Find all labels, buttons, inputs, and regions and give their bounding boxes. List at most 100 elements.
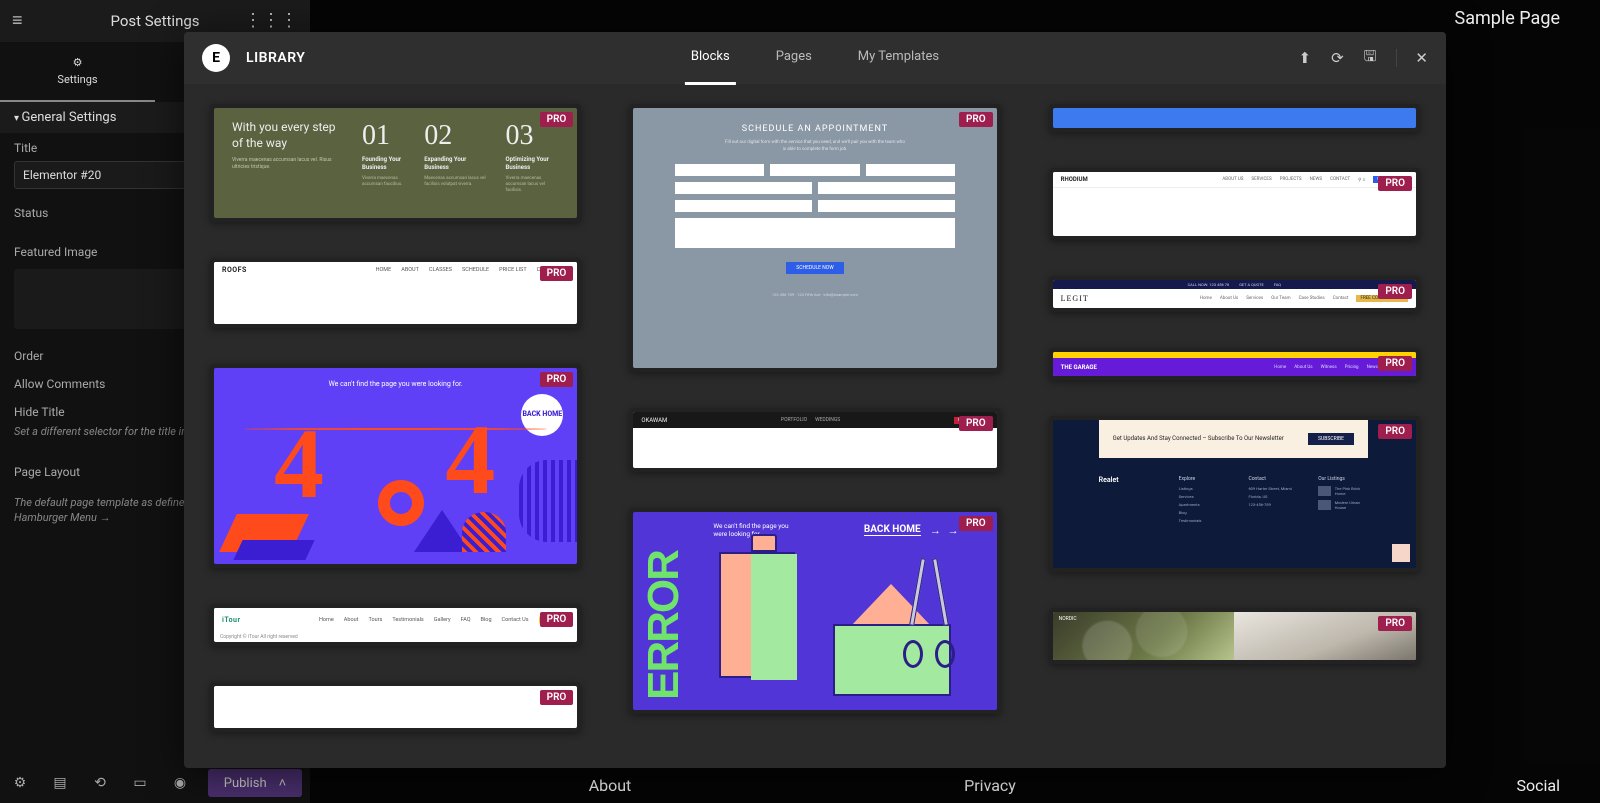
history-icon[interactable]: ⟲ xyxy=(80,775,120,791)
pro-badge: PRO xyxy=(540,690,574,705)
preview-text: Contact xyxy=(1248,476,1298,482)
preview-text: About Us xyxy=(1220,296,1238,301)
preview-text: Viverra maecenas accumsan lacus vel. Ris… xyxy=(232,157,342,171)
preview-text: Get Updates And Stay Connected – Subscri… xyxy=(1113,435,1284,443)
navigator-icon[interactable]: ▤ xyxy=(40,775,80,791)
preview-text: SUBSCRIBE xyxy=(1308,433,1354,445)
template-card[interactable]: PRO SCHEDULE AN APPOINTMENT Fill out our… xyxy=(629,104,1000,372)
pro-badge: PRO xyxy=(540,112,574,127)
preview-text: GET A QUOTE xyxy=(1239,282,1264,287)
template-card[interactable] xyxy=(1049,104,1420,132)
tab-settings-label: Settings xyxy=(57,73,97,86)
widget-grid-icon[interactable]: ⋮⋮⋮ xyxy=(244,10,298,31)
preview-text: Modern Urban House xyxy=(1335,500,1368,510)
sync-icon[interactable]: ⟳ xyxy=(1331,49,1344,67)
preview-text: Case Studies xyxy=(1299,296,1325,301)
pro-badge: PRO xyxy=(540,612,574,627)
template-card[interactable]: PRO RHODIUM ABOUT USSERVICESPROJECTSNEWS… xyxy=(1049,168,1420,240)
preview-text: CALL NOW: 123 456 78 xyxy=(1188,282,1230,287)
preview-text: ERROR xyxy=(639,520,699,700)
preview-text: Founding Your Business xyxy=(362,156,406,172)
status-label: Status xyxy=(14,206,48,220)
template-card[interactable]: PRO ERROR We can't find the page you wer… xyxy=(629,508,1000,714)
preview-text: NORDIC xyxy=(1059,616,1077,622)
preview-text: CLASSES xyxy=(429,267,452,273)
site-settings-icon[interactable]: ⚙ xyxy=(0,775,40,791)
site-footer-about[interactable]: About xyxy=(420,776,800,795)
preview-text: SERVICES xyxy=(1251,177,1271,182)
preview-text: Fill out our digital form with the servi… xyxy=(725,140,905,154)
preview-text: Optimizing Your Business xyxy=(506,156,560,172)
preview-text: 02 xyxy=(424,120,487,152)
site-footer-social[interactable]: Social xyxy=(1180,776,1560,795)
panel-title: Post Settings xyxy=(110,12,199,30)
preview-text: Listings xyxy=(1179,486,1229,491)
preview-text: ROOFS xyxy=(222,266,247,274)
preview-text: BACK HOME xyxy=(521,394,563,436)
template-card[interactable]: PRO We can't find the page you were look… xyxy=(210,364,581,568)
pro-badge: PRO xyxy=(1378,176,1412,191)
tab-my-templates[interactable]: My Templates xyxy=(852,32,945,85)
preview-text: With you every step of the way xyxy=(232,120,342,151)
template-card[interactable]: PRO With you every step of the way Viver… xyxy=(210,104,581,222)
preview-text: About xyxy=(344,617,359,623)
preview-text: Viverra maecenas accumsan faucibus. xyxy=(362,176,406,189)
template-card[interactable]: PRO CALL NOW: 123 456 78GET A QUOTEFAQ L… xyxy=(1049,276,1420,312)
preview-text: Expanding Your Business xyxy=(424,156,487,172)
template-card[interactable]: PRO xyxy=(210,682,581,732)
pro-badge: PRO xyxy=(1378,616,1412,631)
preview-text: News xyxy=(1367,365,1378,370)
publish-button[interactable]: Publish ˄ xyxy=(208,769,302,797)
preview-text: CONTACT xyxy=(1330,177,1350,182)
tab-settings[interactable]: ⚙ Settings xyxy=(0,42,155,102)
preview-text: SCHEDULE AN APPOINTMENT xyxy=(675,124,954,134)
preview-text: Testimonials xyxy=(392,617,423,623)
preview-text: PROJECTS xyxy=(1280,177,1302,182)
responsive-icon[interactable]: ▭ xyxy=(120,775,160,791)
site-link-sample[interactable]: Sample Page xyxy=(1455,8,1560,29)
preview-text: RHODIUM xyxy=(1061,176,1088,183)
preview-icon[interactable]: ◉ xyxy=(160,775,200,791)
preview-text: WEDDINGS xyxy=(815,417,840,423)
template-card[interactable]: PRO Get Updates And Stay Connected – Sub… xyxy=(1049,416,1420,572)
template-card[interactable]: PRO NORDIC xyxy=(1049,608,1420,664)
preview-text: Contact Us xyxy=(502,617,529,623)
preview-text: HOME xyxy=(376,267,392,273)
template-card[interactable]: PRO OKAWAM PORTFOLIOWEDDINGS CONTACT US xyxy=(629,408,1000,472)
preview-text: Tours xyxy=(368,617,382,623)
preview-text: Our Team xyxy=(1271,296,1290,301)
library-header: E LIBRARY Blocks Pages My Templates ⬆ ⟳ … xyxy=(184,32,1446,84)
library-grid[interactable]: PRO With you every step of the way Viver… xyxy=(184,84,1446,768)
preview-text: SCHEDULE xyxy=(462,267,489,273)
upload-icon[interactable]: ⬆ xyxy=(1298,49,1311,67)
preview-text: Gallery xyxy=(434,617,451,623)
template-card[interactable]: PRO iTour HomeAboutToursTestimonialsGall… xyxy=(210,604,581,646)
library-title: LIBRARY xyxy=(246,50,305,66)
pro-badge: PRO xyxy=(1378,424,1412,439)
preview-text: FAQ xyxy=(461,617,471,623)
preview-text: Home xyxy=(319,617,334,623)
preview-text: Contact xyxy=(1333,296,1349,301)
preview-text: Realet xyxy=(1099,476,1159,484)
close-icon[interactable]: ✕ xyxy=(1396,49,1428,67)
site-footer-privacy[interactable]: Privacy xyxy=(800,776,1180,795)
preview-text: 609 Harter Street, Miami xyxy=(1248,486,1298,491)
template-card[interactable]: PRO ROOFS HOMEABOUTCLASSESSCHEDULEPRICE … xyxy=(210,258,581,328)
chevron-up-icon: ˄ xyxy=(279,775,287,791)
preview-text: Home xyxy=(1200,296,1212,301)
preview-text: Pricing xyxy=(1345,365,1359,370)
template-card[interactable]: PRO THE GARAGE HomeAbout UsWitnessPricin… xyxy=(1049,348,1420,380)
panel-footer: ⚙ ▤ ⟲ ▭ ◉ Publish ˄ xyxy=(0,763,310,803)
hamburger-icon[interactable]: ≡ xyxy=(12,10,23,31)
tab-blocks[interactable]: Blocks xyxy=(685,32,736,85)
tab-pages[interactable]: Pages xyxy=(770,32,818,85)
preview-text: Viverra maecenas accumsan lacus vel faci… xyxy=(506,176,560,195)
preview-text: Blog xyxy=(481,617,492,623)
preview-text: 123-456-789 xyxy=(1248,502,1298,507)
preview-text: Our Listings xyxy=(1318,476,1368,482)
save-icon[interactable]: 🖫 xyxy=(1364,46,1377,71)
library-modal: E LIBRARY Blocks Pages My Templates ⬆ ⟳ … xyxy=(184,32,1446,768)
preview-text: FAQ xyxy=(1274,282,1281,287)
preview-text: Testimonials xyxy=(1179,518,1229,523)
preview-text: THE GARAGE xyxy=(1061,364,1097,371)
